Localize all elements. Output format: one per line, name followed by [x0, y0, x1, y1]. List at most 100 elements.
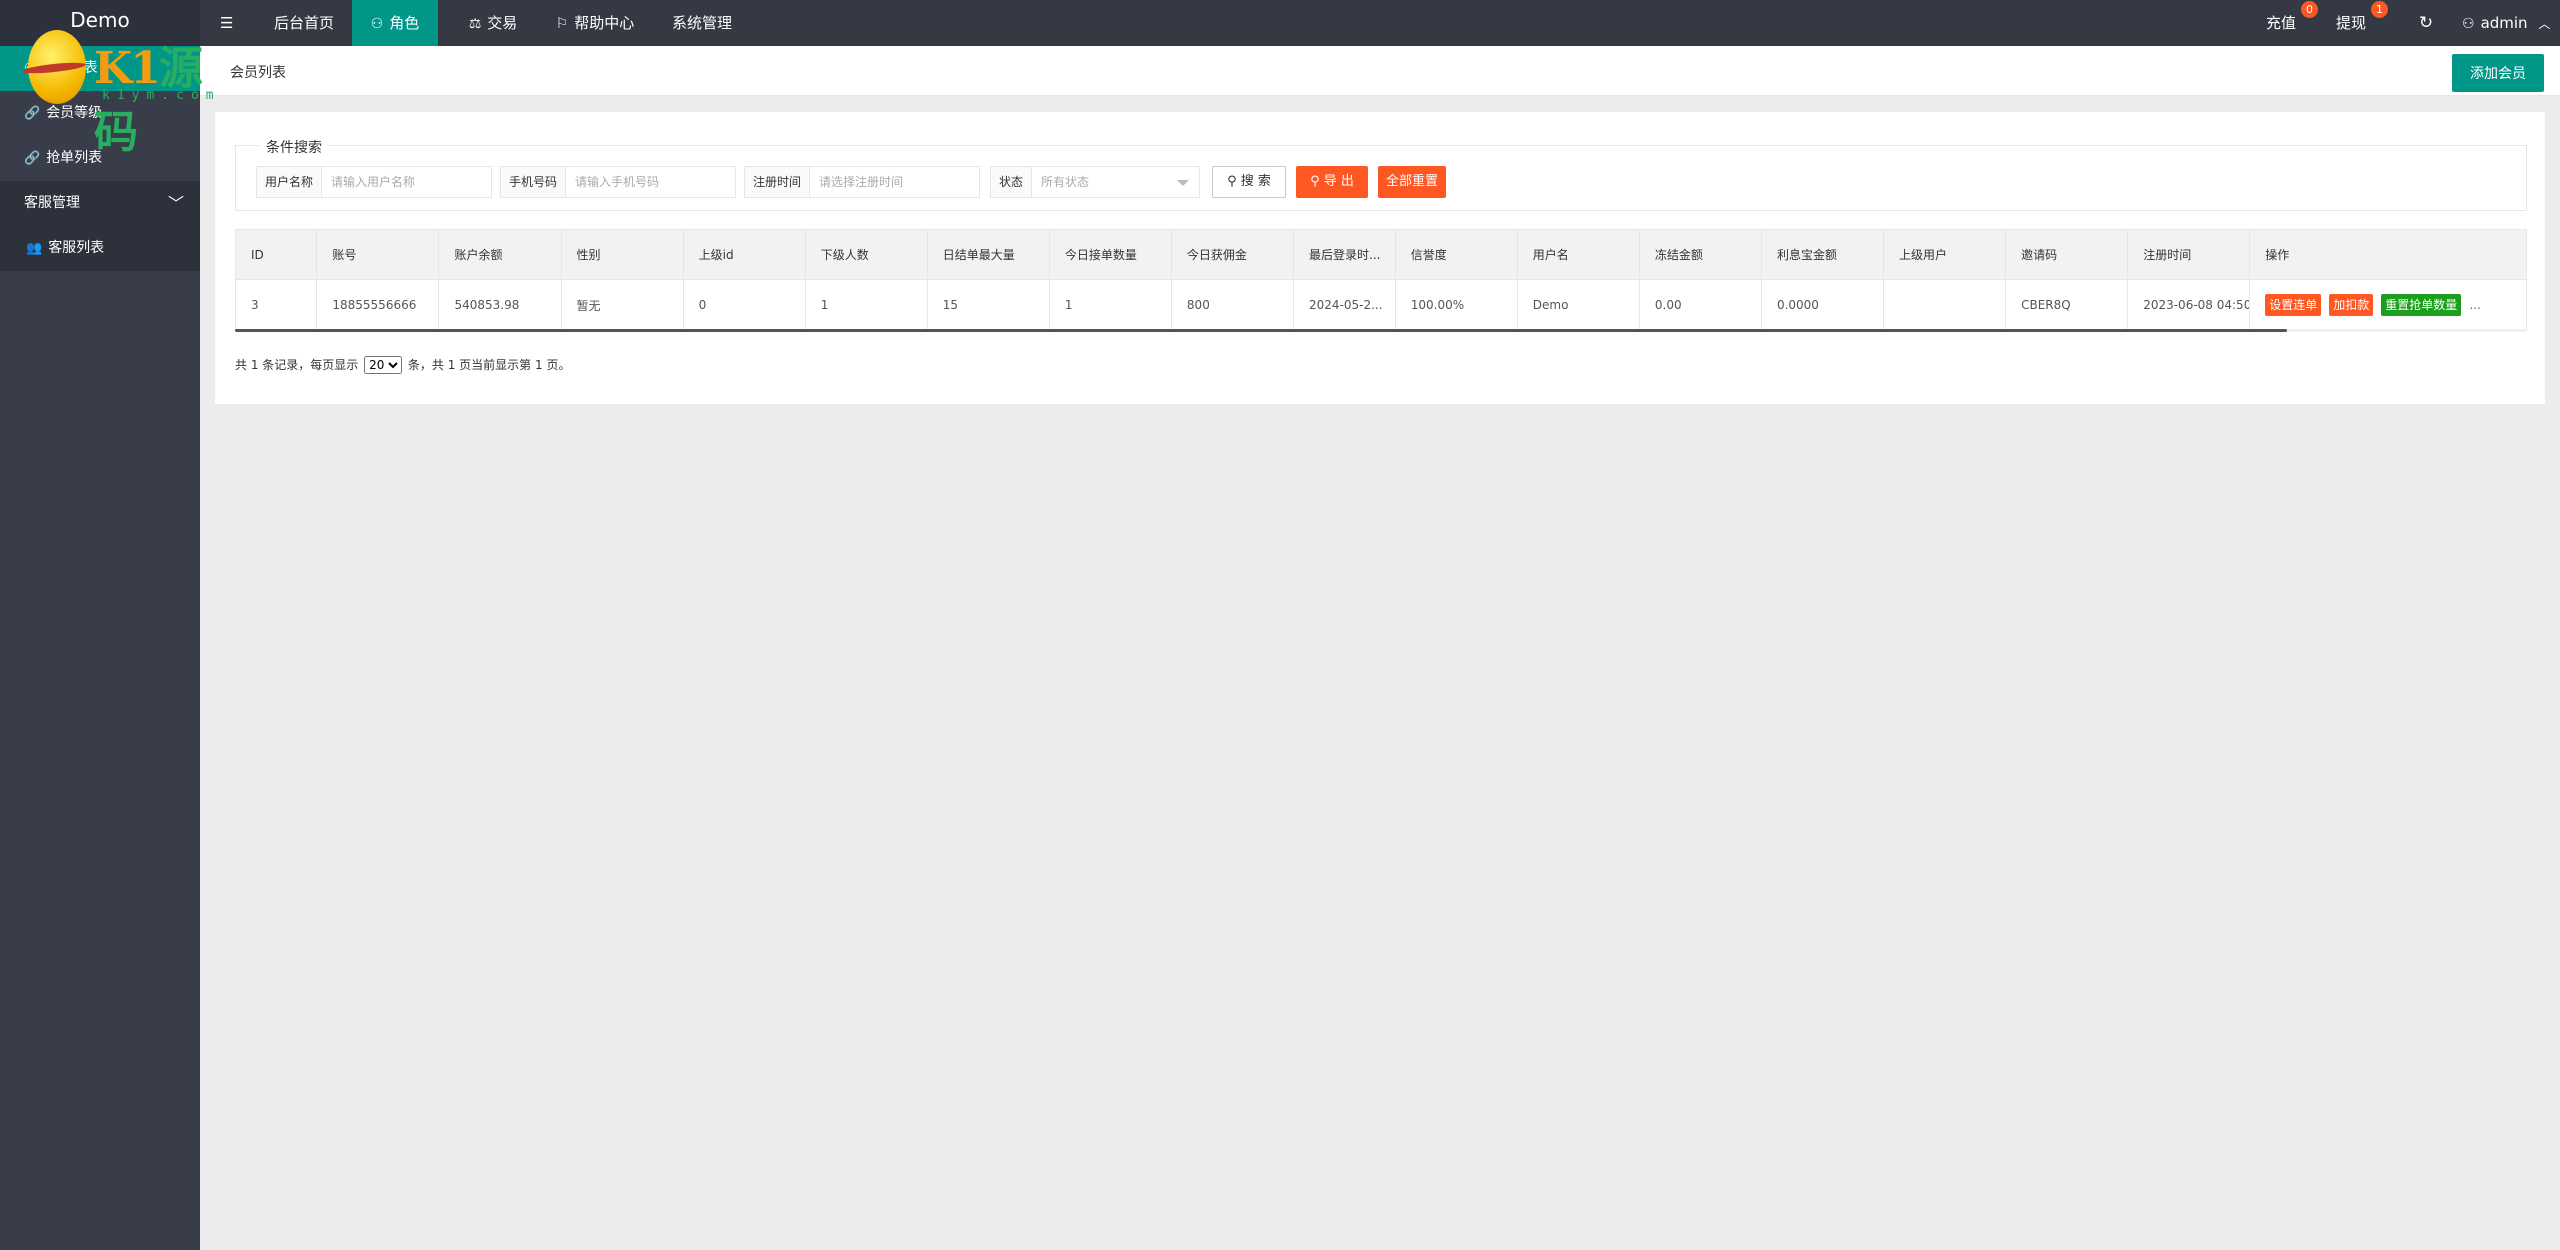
add-member-button[interactable]: 添加会员: [2452, 54, 2544, 92]
cell-actions: 设置连单 加扣款 重置抢单数量...: [2249, 279, 2527, 331]
search-icon: ⚲: [1310, 174, 1320, 189]
search-button[interactable]: ⚲ 搜 索: [1212, 166, 1286, 198]
column-header: 信誉度: [1394, 229, 1518, 280]
user-name: admin: [2480, 14, 2528, 32]
content-card: 条件搜索 用户名称 手机号码 注册时间 状态 ⚲ 搜 索 ⚲ 导 出 全部重置: [215, 112, 2545, 404]
status-label: 状态: [991, 167, 1033, 197]
withdraw-link[interactable]: 提现: [2336, 0, 2366, 46]
status-field: 状态: [990, 166, 1200, 198]
column-header: 用户名: [1516, 229, 1640, 280]
search-button-label: 搜 索: [1240, 174, 1271, 189]
export-button[interactable]: ⚲ 导 出: [1296, 166, 1368, 198]
reset-grab-count-button[interactable]: 重置抢单数量: [2381, 294, 2462, 316]
user-icon: ⚇: [370, 16, 384, 32]
nav-help-label: 帮助中心: [574, 14, 635, 32]
chevron-down-icon: ﹀: [167, 194, 184, 213]
column-header: 注册时间: [2127, 229, 2251, 280]
watermark-logo: K1源码 k1ym.com: [21, 28, 242, 158]
regtime-label: 注册时间: [745, 167, 811, 197]
column-header: 上级用户: [1883, 229, 2007, 280]
sidebar-item-service-list[interactable]: 👥 客服列表: [0, 226, 200, 271]
reset-all-button[interactable]: 全部重置: [1378, 166, 1446, 198]
chevron-up-icon: ︿: [2538, 17, 2551, 31]
nav-system[interactable]: 系统管理: [654, 0, 750, 46]
nav-home[interactable]: 后台首页: [256, 0, 352, 46]
recharge-label: 充值: [2266, 14, 2297, 32]
user-menu[interactable]: ⚇ admin ︿: [2462, 0, 2550, 46]
cell-id: 3: [234, 279, 318, 331]
phone-field: 手机号码: [500, 166, 736, 198]
reset-all-label: 全部重置: [1385, 174, 1438, 189]
more-actions-button[interactable]: ...: [2469, 298, 2480, 312]
nav-trade-label: 交易: [487, 14, 518, 32]
pager-suffix: 条，共 1 页当前显示第 1 页。: [407, 358, 571, 372]
refresh-button[interactable]: ↻: [2406, 0, 2446, 46]
sidebar: ⚇会员列表 🔗会员等级 🔗抢单列表 客服管理 ﹀ 👥客服列表: [0, 46, 200, 1250]
nav-trade[interactable]: ⚖ 交易: [448, 0, 538, 46]
cell-parent-id: 0: [682, 279, 806, 331]
phone-input[interactable]: [567, 167, 735, 197]
sidebar-group-label: 客服管理: [24, 195, 80, 211]
column-header: 操作: [2249, 229, 2527, 280]
scale-icon: ⚖: [468, 16, 482, 32]
cell-interest: 0.0000: [1760, 279, 1885, 331]
username-input[interactable]: [323, 167, 491, 197]
pager-prefix: 共 1 条记录，每页显示: [235, 358, 359, 372]
cell-children: 1: [804, 279, 928, 331]
refresh-icon: ↻: [2418, 13, 2434, 33]
table-row: 3 18855556666 540853.98 暂无 0 1 15 1 800 …: [234, 279, 2527, 331]
search-icon: ⚲: [1227, 174, 1237, 189]
withdraw-label: 提现: [2336, 14, 2367, 32]
status-select[interactable]: [1033, 167, 1199, 197]
nav-help[interactable]: ⚐ 帮助中心: [540, 0, 650, 46]
regtime-input[interactable]: [811, 167, 979, 197]
nav-system-label: 系统管理: [671, 14, 732, 32]
cell-today-commission: 800: [1170, 279, 1295, 331]
adjust-balance-button[interactable]: 加扣款: [2329, 294, 2374, 316]
column-header: 最后登录时...: [1293, 229, 1396, 280]
column-header: 账号: [316, 229, 440, 280]
horizontal-scrollbar[interactable]: [235, 329, 2527, 332]
users-icon: 👥: [26, 241, 43, 256]
recharge-link[interactable]: 充值: [2266, 0, 2296, 46]
search-fieldset: 条件搜索 用户名称 手机号码 注册时间 状态 ⚲ 搜 索 ⚲ 导 出 全部重置: [235, 137, 2527, 211]
column-header: 冻结金额: [1638, 229, 1762, 280]
nav-home-label: 后台首页: [273, 14, 334, 32]
scrollbar-thumb[interactable]: [235, 329, 2287, 332]
username-label: 用户名称: [257, 167, 323, 197]
table-header-row: ID 账号 账户余额 性别 上级id 下级人数 日结单最大量 今日接单数量 今日…: [234, 229, 2527, 280]
column-header: 今日接单数量: [1048, 229, 1172, 280]
column-header: 利息宝金额: [1760, 229, 1885, 280]
sidebar-item-label: 客服列表: [48, 240, 105, 256]
column-header: 今日获佣金: [1170, 229, 1295, 280]
nav-role[interactable]: ⚇ 角色: [352, 0, 438, 46]
column-header: 日结单最大量: [926, 229, 1050, 280]
cell-frozen: 0.00: [1638, 279, 1762, 331]
link-icon: 🔗: [24, 106, 41, 121]
page-size-select[interactable]: 20: [364, 356, 403, 374]
cell-reg-time: 2023-06-08 04:50:09: [2127, 279, 2251, 331]
top-header: Demo ☰ 后台首页 ⚇ 角色 ⚖ 交易 ⚐ 帮助中心 系统管理 充值 0 提现 1…: [0, 0, 2560, 46]
regtime-field: 注册时间: [744, 166, 980, 198]
cell-gender: 暂无: [560, 279, 684, 331]
username-field: 用户名称: [256, 166, 492, 198]
cell-username: Demo: [1516, 279, 1640, 331]
search-legend: 条件搜索: [260, 137, 328, 157]
cell-parent-user: [1883, 279, 2007, 331]
pagination: 共 1 条记录，每页显示 20 条，共 1 页当前显示第 1 页。: [235, 356, 570, 374]
user-icon: ⚇: [2462, 16, 2475, 32]
column-header: ID: [234, 229, 318, 280]
logo-domain: k1ym.com: [102, 88, 221, 103]
column-header: 上级id: [682, 229, 806, 280]
nav-role-label: 角色: [389, 14, 420, 32]
sidebar-group-service[interactable]: 客服管理 ﹀: [0, 181, 200, 226]
cell-daily-max: 15: [926, 279, 1050, 331]
cell-balance: 540853.98: [438, 279, 562, 331]
column-header: 邀请码: [2005, 229, 2129, 280]
set-chain-button[interactable]: 设置连单: [2265, 294, 2322, 316]
cell-invite-code: CBER8Q: [2005, 279, 2129, 331]
column-header: 账户余额: [438, 229, 562, 280]
caret-down-icon: [1177, 180, 1189, 186]
link-icon: 🔗: [24, 151, 41, 166]
cell-today-orders: 1: [1048, 279, 1172, 331]
